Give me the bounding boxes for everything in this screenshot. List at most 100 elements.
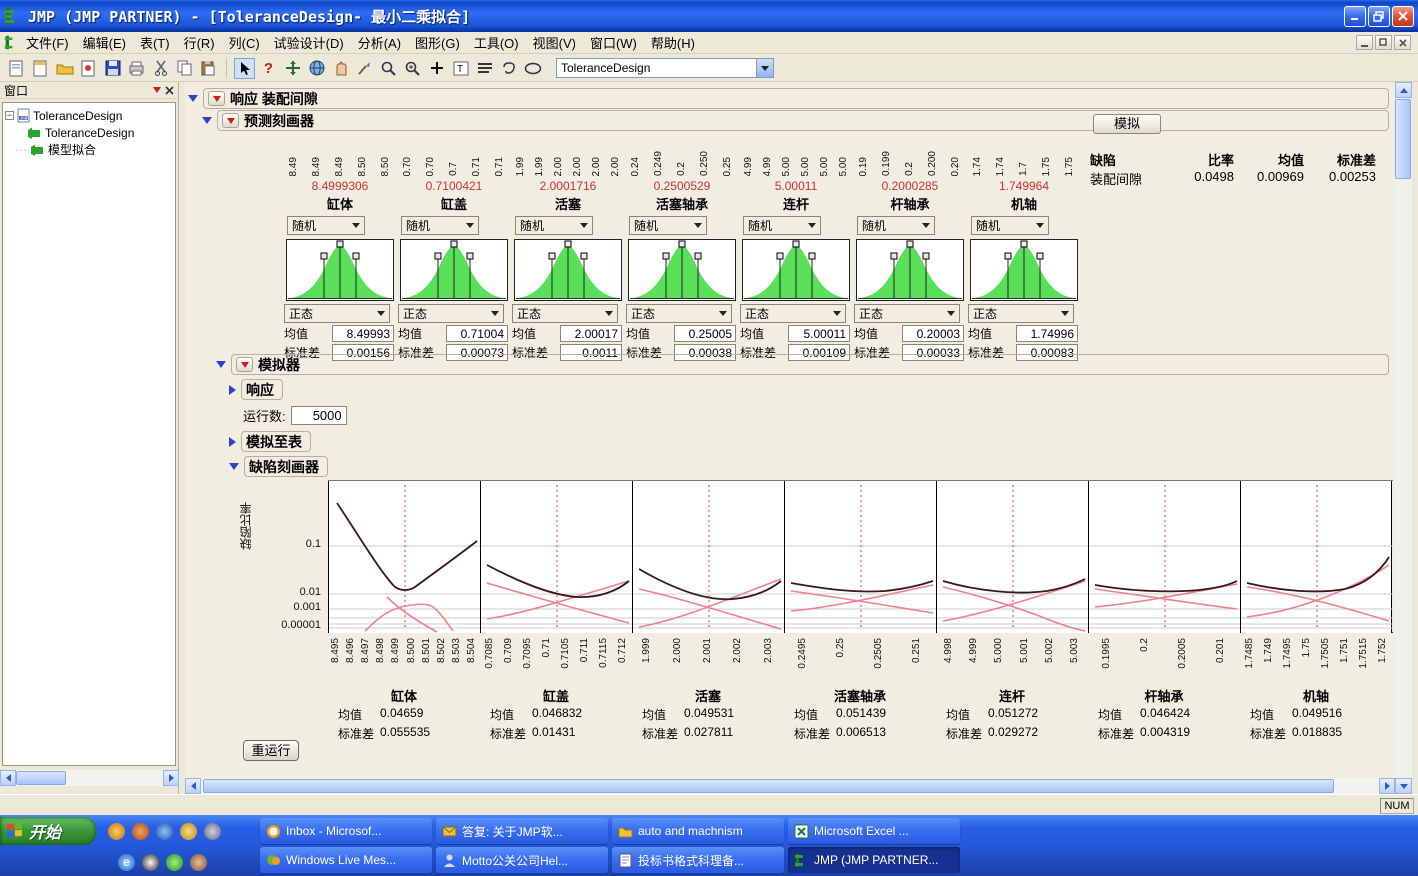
scroll-right-icon[interactable] (1379, 778, 1395, 794)
arrow-cursor-icon[interactable] (234, 58, 255, 79)
open-folder-icon[interactable] (54, 58, 75, 79)
scroll-up-icon[interactable] (1395, 82, 1412, 98)
disclosure-down-icon[interactable] (216, 361, 226, 368)
task-button-inbox[interactable]: Inbox - Microsof... (260, 818, 432, 844)
distribution-type-dropdown[interactable]: 正态 (968, 304, 1074, 323)
random-dropdown[interactable]: 随机 (971, 216, 1049, 235)
run-script-icon[interactable] (78, 58, 99, 79)
distribution-plot[interactable] (856, 239, 964, 301)
quick-launch-icon[interactable] (108, 823, 125, 840)
scroll-right-icon[interactable] (163, 770, 179, 786)
mean-input[interactable]: 2.00017 (560, 325, 622, 342)
vertical-scrollbar[interactable] (1395, 82, 1412, 794)
minimize-button[interactable] (1344, 6, 1366, 27)
task-button-excel[interactable]: Microsoft Excel ... (788, 818, 960, 844)
menu-view[interactable]: 视图(V) (526, 31, 583, 54)
copy-icon[interactable] (174, 58, 195, 79)
task-button-doc[interactable]: 投标书格式科理备... (612, 847, 784, 873)
menu-rows[interactable]: 行(R) (177, 31, 222, 54)
menu-analyze[interactable]: 分析(A) (351, 31, 408, 54)
distribution-plot[interactable] (400, 239, 508, 301)
disclosure-right-icon[interactable] (229, 437, 236, 447)
menu-graph[interactable]: 图形(G) (408, 31, 467, 54)
disclosure-down-icon[interactable] (202, 117, 212, 124)
axis-tool-icon[interactable] (474, 58, 495, 79)
paste-icon[interactable] (198, 58, 219, 79)
menu-file[interactable]: 文件(F) (19, 31, 76, 54)
disclosure-down-icon[interactable] (188, 95, 198, 102)
menu-doe[interactable]: 试验设计(D) (267, 31, 351, 54)
scroll-thumb[interactable] (16, 771, 66, 785)
defect-panel-6[interactable] (1088, 481, 1240, 633)
mean-input[interactable]: 1.74996 (1016, 325, 1078, 342)
mean-input[interactable]: 5.00011 (788, 325, 850, 342)
simulate-button[interactable]: 模拟 (1093, 114, 1161, 134)
red-triangle-menu-icon[interactable] (222, 113, 239, 128)
save-icon[interactable] (102, 58, 123, 79)
tree-item-report[interactable]: ToleranceDesign (5, 124, 173, 141)
magnifier-icon[interactable] (378, 58, 399, 79)
distribution-plot[interactable] (286, 239, 394, 301)
crosshair-plus-icon[interactable] (426, 58, 447, 79)
distribution-type-dropdown[interactable]: 正态 (284, 304, 390, 323)
move-tool-icon[interactable] (282, 58, 303, 79)
mean-input[interactable]: 8.49993 (332, 325, 394, 342)
rerun-button[interactable]: 重运行 (243, 740, 299, 761)
scroll-down-icon[interactable] (1395, 778, 1412, 794)
menu-cols[interactable]: 列(C) (222, 31, 267, 54)
browser-icon[interactable] (190, 854, 207, 871)
quick-launch-icon[interactable] (132, 823, 149, 840)
menu-help[interactable]: 帮助(H) (644, 31, 702, 54)
distribution-type-dropdown[interactable]: 正态 (854, 304, 960, 323)
task-button-motto[interactable]: Motto公关公司Hel... (436, 847, 608, 873)
quick-launch-icon[interactable] (156, 823, 173, 840)
task-button-jmp[interactable]: JMP (JMP PARTNER... (788, 847, 960, 873)
msn-icon[interactable] (166, 854, 183, 871)
new-document-icon[interactable] (6, 58, 27, 79)
cut-icon[interactable] (150, 58, 171, 79)
lasso-icon[interactable] (498, 58, 519, 79)
tree-item-root[interactable]: − JMP ToleranceDesign (5, 107, 173, 124)
menu-window[interactable]: 窗口(W) (583, 31, 644, 54)
task-button-reply[interactable]: 答复: 关于JMP软... (436, 818, 608, 844)
qq-icon[interactable] (142, 854, 159, 871)
defect-panel-7[interactable] (1240, 481, 1392, 633)
oval-selection-icon[interactable] (522, 58, 543, 79)
distribution-type-dropdown[interactable]: 正态 (398, 304, 504, 323)
scroll-thumb[interactable] (203, 779, 1334, 793)
close-button[interactable] (1392, 6, 1414, 27)
distribution-type-dropdown[interactable]: 正态 (626, 304, 732, 323)
menu-tables[interactable]: 表(T) (133, 31, 177, 54)
defect-panel-4[interactable] (784, 481, 936, 633)
tree-item-model-fit[interactable]: ⋯ 模型拟合 (5, 141, 173, 158)
disclosure-right-icon[interactable] (229, 385, 236, 395)
scroll-left-icon[interactable] (0, 770, 16, 786)
start-button[interactable]: 开始 (0, 817, 96, 845)
distribution-type-dropdown[interactable]: 正态 (740, 304, 846, 323)
panel-close-icon[interactable] (165, 86, 174, 95)
zoom-tool-icon[interactable] (402, 58, 423, 79)
scroll-left-icon[interactable] (185, 778, 201, 794)
mean-input[interactable]: 0.25005 (674, 325, 736, 342)
red-triangle-menu-icon[interactable] (208, 91, 225, 106)
random-dropdown[interactable]: 随机 (515, 216, 593, 235)
distribution-plot[interactable] (970, 239, 1078, 301)
chevron-down-icon[interactable] (756, 59, 773, 77)
task-button-folder[interactable]: auto and machnism (612, 818, 784, 844)
help-icon[interactable]: ? (258, 58, 279, 79)
globe-icon[interactable] (306, 58, 327, 79)
tree-collapse-icon[interactable]: − (5, 111, 14, 120)
random-dropdown[interactable]: 随机 (287, 216, 365, 235)
brush-icon[interactable] (354, 58, 375, 79)
mdi-minimize-button[interactable] (1356, 35, 1373, 50)
random-dropdown[interactable]: 随机 (857, 216, 935, 235)
defect-profiler-header[interactable]: 缺陷刻画器 (244, 456, 328, 477)
panel-menu-icon[interactable] (153, 87, 161, 93)
mdi-close-button[interactable] (1394, 35, 1411, 50)
disclosure-down-icon[interactable] (229, 463, 239, 470)
scroll-track[interactable] (201, 778, 1379, 794)
defect-panel-3[interactable] (632, 481, 784, 633)
restore-button[interactable] (1368, 6, 1390, 27)
mdi-restore-button[interactable] (1375, 35, 1392, 50)
distribution-plot[interactable] (742, 239, 850, 301)
